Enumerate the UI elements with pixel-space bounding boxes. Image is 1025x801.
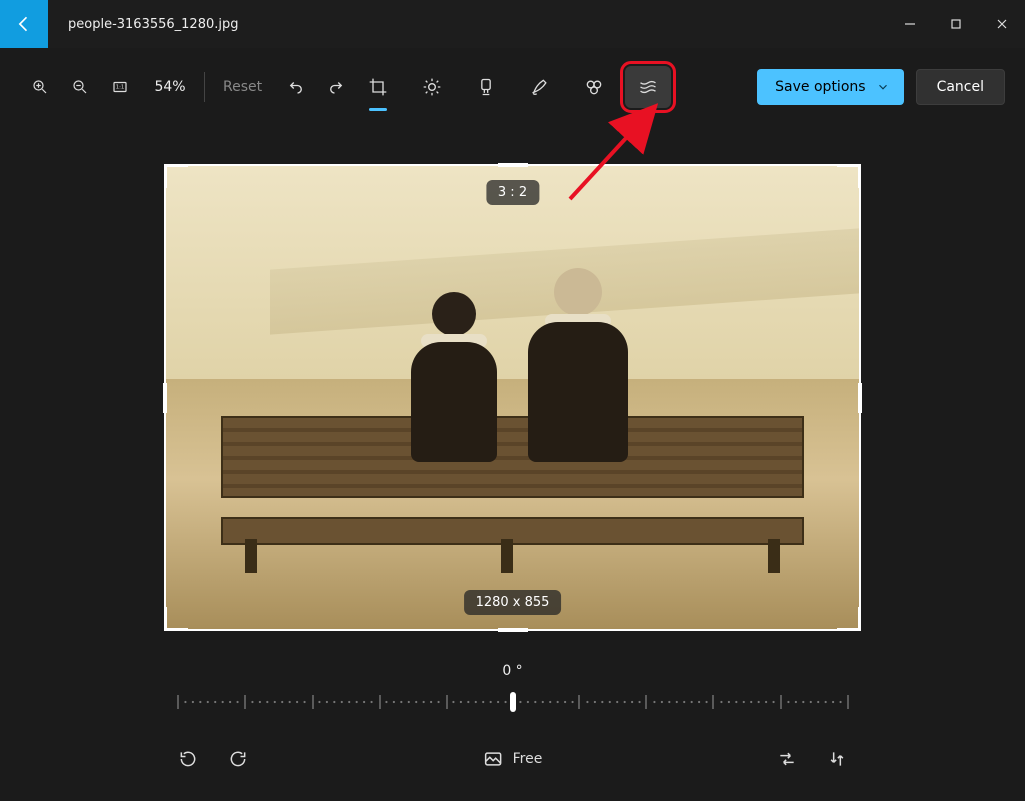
undo-icon xyxy=(287,78,305,96)
crop-handle-top-left[interactable] xyxy=(164,164,188,188)
bottom-bar: Free xyxy=(0,737,1025,781)
cancel-button[interactable]: Cancel xyxy=(916,69,1005,105)
dimensions-badge: 1280 x 855 xyxy=(464,590,562,615)
image-preview xyxy=(166,166,859,629)
crop-handle-top[interactable] xyxy=(498,163,528,167)
flip-horizontal-button[interactable] xyxy=(769,741,805,777)
rotation-angle-label: 0 ° xyxy=(0,663,1025,679)
window-maximize-button[interactable] xyxy=(933,8,979,40)
zoom-percent-label[interactable]: 54% xyxy=(140,79,200,95)
crop-frame[interactable]: 3 : 2 1280 x 855 xyxy=(164,164,861,631)
redo-icon xyxy=(327,78,345,96)
crop-handle-top-right[interactable] xyxy=(837,164,861,188)
filter-icon xyxy=(476,77,496,97)
mode-markup[interactable] xyxy=(517,66,563,108)
crop-handle-right[interactable] xyxy=(858,383,862,413)
zoom-in-icon xyxy=(31,78,49,96)
crop-handle-bottom-right[interactable] xyxy=(837,607,861,631)
save-options-button[interactable]: Save options xyxy=(757,69,903,105)
redo-button[interactable] xyxy=(316,67,356,107)
window-close-button[interactable] xyxy=(979,8,1025,40)
window-minimize-button[interactable] xyxy=(887,8,933,40)
fit-screen-button[interactable]: 1:1 xyxy=(100,67,140,107)
undo-button[interactable] xyxy=(276,67,316,107)
zoom-out-icon xyxy=(71,78,89,96)
rotation-slider[interactable] xyxy=(173,689,853,715)
flip-vertical-icon xyxy=(827,749,847,769)
zoom-tools: 1:1 54% Reset xyxy=(20,67,356,107)
reset-button[interactable]: Reset xyxy=(209,67,276,107)
aspect-mode-button[interactable]: Free xyxy=(483,749,543,769)
zoom-out-button[interactable] xyxy=(60,67,100,107)
crop-handle-bottom[interactable] xyxy=(498,628,528,632)
toolbar: 1:1 54% Reset xyxy=(0,48,1025,126)
rotate-ccw-button[interactable] xyxy=(170,741,206,777)
mode-filter[interactable] xyxy=(463,66,509,108)
svg-text:1:1: 1:1 xyxy=(116,85,124,91)
crop-handle-bottom-left[interactable] xyxy=(164,607,188,631)
flip-horizontal-icon xyxy=(777,749,797,769)
mode-background-effects[interactable] xyxy=(625,66,671,108)
zoom-in-button[interactable] xyxy=(20,67,60,107)
maximize-icon xyxy=(950,18,962,30)
mode-adjust[interactable] xyxy=(409,66,455,108)
brightness-icon xyxy=(422,77,442,97)
chevron-down-icon xyxy=(876,80,890,94)
rotate-cw-icon xyxy=(228,749,248,769)
aspect-ratio-badge: 3 : 2 xyxy=(486,180,539,205)
rotation-slider-thumb[interactable] xyxy=(510,692,516,712)
file-title: people-3163556_1280.jpg xyxy=(68,17,239,32)
rotate-ccw-icon xyxy=(178,749,198,769)
background-effects-icon xyxy=(638,77,658,97)
canvas-area: 3 : 2 1280 x 855 xyxy=(0,164,1025,631)
rotation-control: 0 ° xyxy=(0,663,1025,715)
retouch-icon xyxy=(584,77,604,97)
markup-icon xyxy=(530,77,550,97)
titlebar: people-3163556_1280.jpg xyxy=(0,0,1025,48)
rotate-cw-button[interactable] xyxy=(220,741,256,777)
flip-vertical-button[interactable] xyxy=(819,741,855,777)
minimize-icon xyxy=(904,18,916,30)
back-button[interactable] xyxy=(0,0,48,48)
action-buttons: Save options Cancel xyxy=(757,69,1005,105)
arrow-left-icon xyxy=(14,14,34,34)
close-icon xyxy=(996,18,1008,30)
aspect-mode-label: Free xyxy=(513,751,543,767)
aspect-ratio-icon xyxy=(483,749,503,769)
crop-icon xyxy=(368,77,388,97)
mode-retouch[interactable] xyxy=(571,66,617,108)
mode-crop[interactable] xyxy=(355,66,401,108)
divider xyxy=(204,72,205,102)
save-options-label: Save options xyxy=(775,79,865,95)
crop-handle-left[interactable] xyxy=(163,383,167,413)
editor-mode-tabs xyxy=(355,66,671,108)
fit-screen-icon: 1:1 xyxy=(111,78,129,96)
